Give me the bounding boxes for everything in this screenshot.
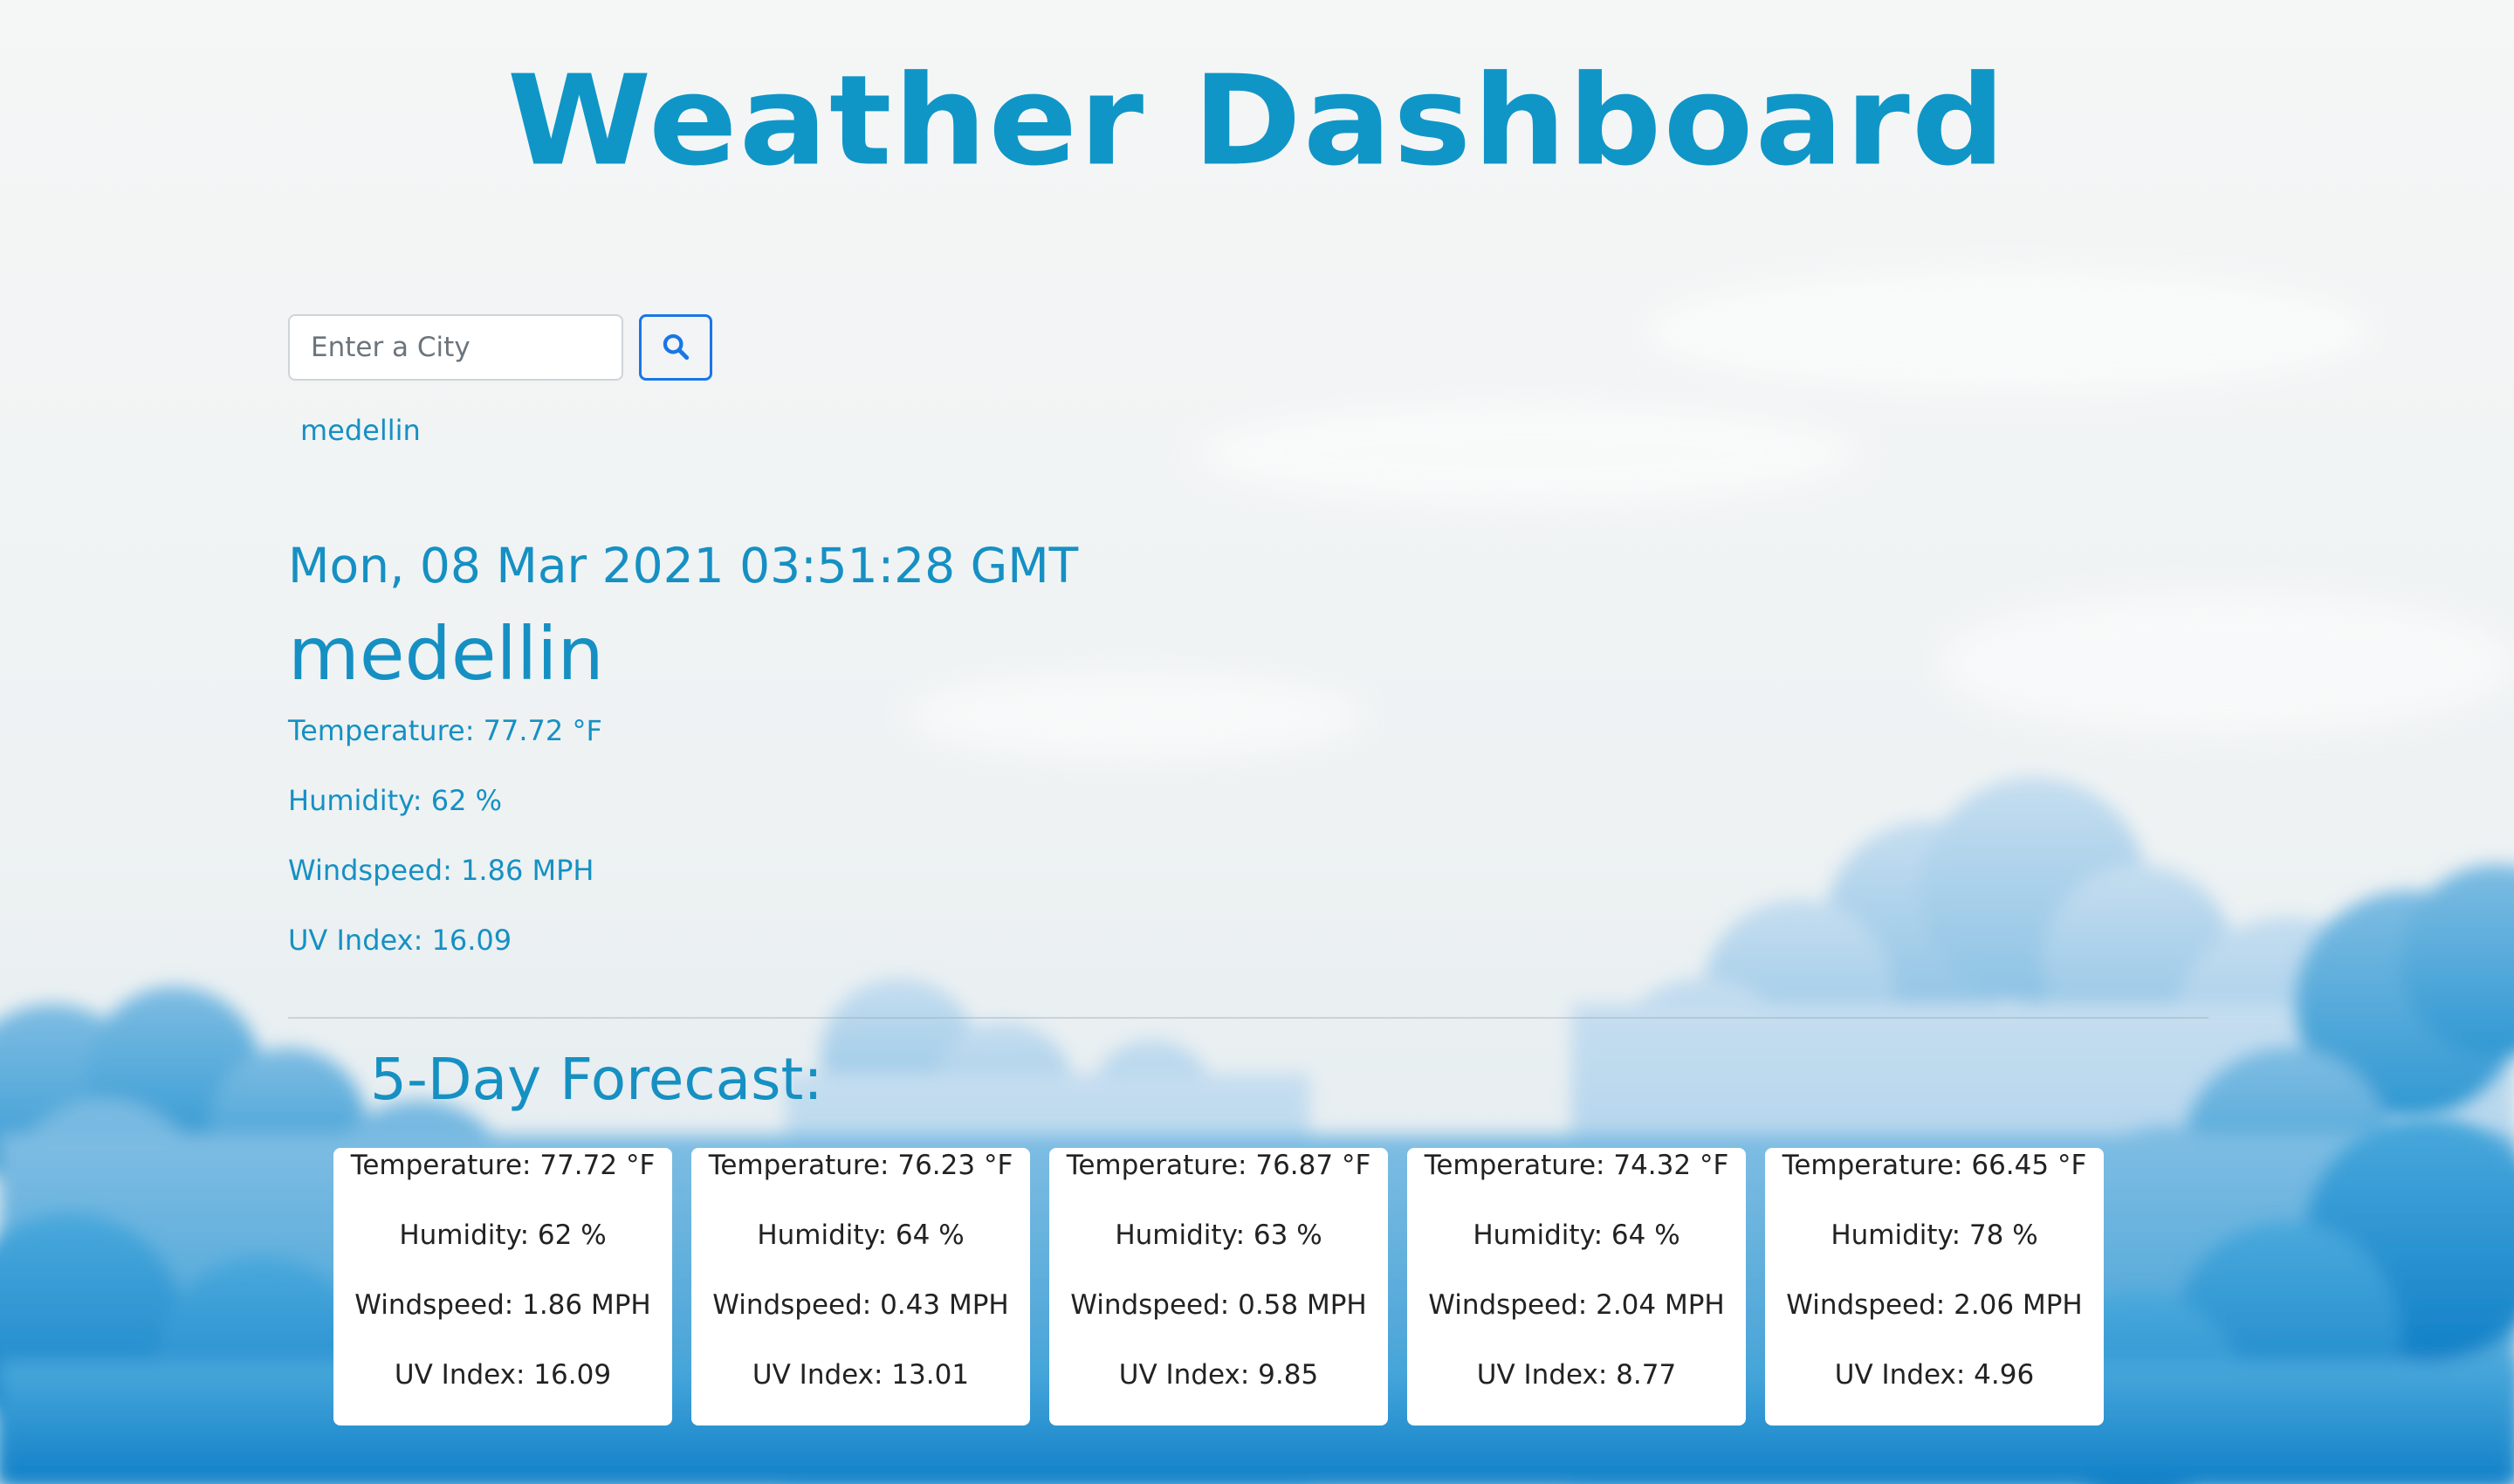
forecast-uv-index: UV Index: 9.85 <box>1118 1359 1319 1391</box>
current-city-name: medellin <box>288 611 604 697</box>
forecast-temperature: Temperature: 74.32 °F <box>1424 1150 1729 1181</box>
forecast-heading: 5-Day Forecast: <box>370 1046 823 1113</box>
forecast-humidity: Humidity: 64 % <box>1473 1219 1680 1251</box>
forecast-card: Temperature: 76.23 °F Humidity: 64 % Win… <box>691 1148 1030 1426</box>
section-divider <box>288 1017 2208 1019</box>
city-search-input[interactable] <box>288 314 623 381</box>
forecast-card: Temperature: 66.45 °F Humidity: 78 % Win… <box>1765 1148 2104 1426</box>
forecast-card: Temperature: 76.87 °F Humidity: 63 % Win… <box>1049 1148 1388 1426</box>
current-date: Mon, 08 Mar 2021 03:51:28 GMT <box>288 538 1079 594</box>
forecast-windspeed: Windspeed: 0.43 MPH <box>712 1289 1009 1321</box>
search-history-item[interactable]: medellin <box>300 414 421 447</box>
search-button[interactable] <box>639 314 712 381</box>
current-temperature: Temperature: 77.72 °F <box>288 714 602 747</box>
forecast-humidity: Humidity: 63 % <box>1115 1219 1322 1251</box>
forecast-windspeed: Windspeed: 2.04 MPH <box>1428 1289 1725 1321</box>
weather-dashboard-page: Weather Dashboard medellin Mon, 08 Mar 2… <box>0 0 2514 1484</box>
forecast-temperature: Temperature: 76.87 °F <box>1066 1150 1371 1181</box>
forecast-uv-index: UV Index: 13.01 <box>752 1359 970 1391</box>
forecast-humidity: Humidity: 78 % <box>1831 1219 2038 1251</box>
forecast-temperature: Temperature: 66.45 °F <box>1782 1150 2087 1181</box>
forecast-windspeed: Windspeed: 2.06 MPH <box>1786 1289 2083 1321</box>
forecast-humidity: Humidity: 62 % <box>399 1219 607 1251</box>
forecast-windspeed: Windspeed: 1.86 MPH <box>354 1289 651 1321</box>
current-humidity: Humidity: 62 % <box>288 784 503 817</box>
page-title: Weather Dashboard <box>506 49 2008 194</box>
forecast-uv-index: UV Index: 8.77 <box>1476 1359 1677 1391</box>
forecast-cards: Temperature: 77.72 °F Humidity: 62 % Win… <box>333 1148 2107 1426</box>
forecast-windspeed: Windspeed: 0.58 MPH <box>1070 1289 1367 1321</box>
search-icon <box>661 332 690 364</box>
forecast-card: Temperature: 74.32 °F Humidity: 64 % Win… <box>1407 1148 1746 1426</box>
forecast-uv-index: UV Index: 16.09 <box>394 1359 612 1391</box>
current-uv-index: UV Index: 16.09 <box>288 924 512 957</box>
forecast-humidity: Humidity: 64 % <box>757 1219 965 1251</box>
forecast-temperature: Temperature: 77.72 °F <box>350 1150 656 1181</box>
forecast-temperature: Temperature: 76.23 °F <box>708 1150 1013 1181</box>
forecast-card: Temperature: 77.72 °F Humidity: 62 % Win… <box>333 1148 672 1426</box>
forecast-uv-index: UV Index: 4.96 <box>1834 1359 2035 1391</box>
current-windspeed: Windspeed: 1.86 MPH <box>288 854 594 887</box>
